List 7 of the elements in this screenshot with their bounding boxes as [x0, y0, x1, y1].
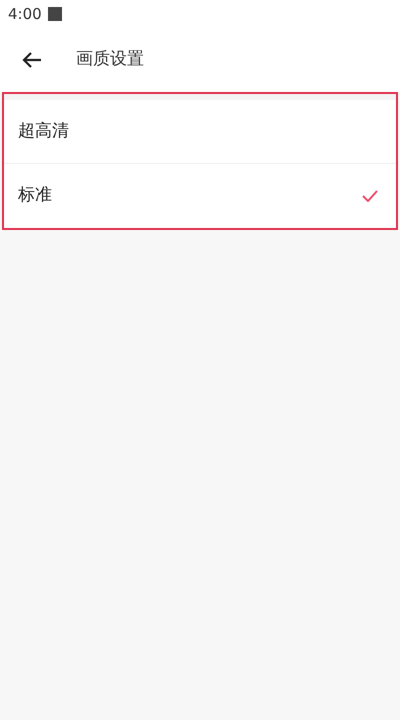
check-icon — [362, 190, 378, 202]
quality-option[interactable]: 标准 — [4, 164, 396, 228]
page-title: 画质设置 — [76, 48, 144, 72]
notification-icon — [48, 7, 62, 21]
quality-option[interactable]: 超高清 — [4, 100, 396, 164]
status-time: 4:00 — [8, 4, 42, 25]
back-icon — [22, 51, 42, 69]
